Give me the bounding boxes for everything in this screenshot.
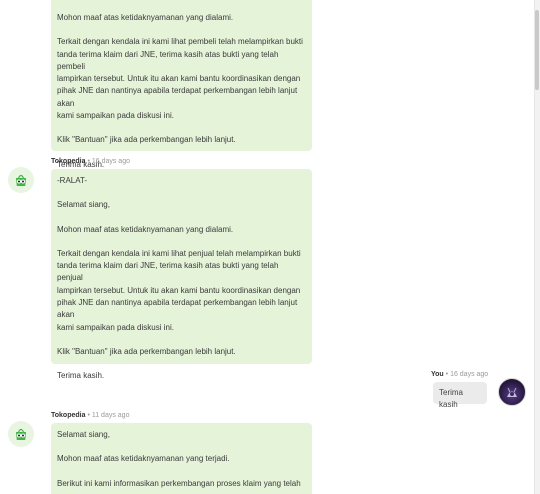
message-paragraph: Terkait dengan kendala ini kami lihat pe…	[57, 37, 303, 121]
scrollbar[interactable]	[534, 0, 540, 494]
message-meta: Tokopedia • 11 days ago	[51, 412, 129, 419]
user-avatar[interactable]	[498, 378, 526, 406]
message-bubble-tokopedia: Mohon maaf atas ketidaknyamanan yang dia…	[51, 0, 312, 169]
discussion-thread: Mohon maaf atas ketidaknyamanan yang dia…	[0, 0, 532, 494]
message-paragraph: Berikut ini kami informasikan perkembang…	[57, 478, 301, 488]
tokopedia-owl-logo-icon	[16, 428, 26, 440]
tokopedia-owl-logo-icon	[16, 174, 26, 186]
message-paragraph: Terkait dengan kendala ini kami lihat pe…	[57, 248, 301, 332]
tokopedia-avatar	[8, 421, 34, 447]
message-meta: Tokopedia • 16 days ago	[51, 158, 130, 165]
message-paragraph: Selamat siang,	[57, 430, 110, 439]
message-bubble-self: Terima kasih	[433, 382, 487, 409]
message-paragraph: Selamat siang,	[57, 200, 110, 210]
message-paragraph: Mohon maaf atas ketidaknyamanan yang ter…	[57, 454, 230, 464]
message-paragraph: Terima kasih.	[57, 371, 105, 381]
message-bubble-tokopedia: -RALAT- Selamat siang, Mohon maaf atas k…	[51, 169, 312, 380]
scrollbar-thumb[interactable]	[535, 10, 539, 90]
message-time: 16 days ago	[450, 371, 489, 378]
sender-name: Tokopedia	[51, 412, 86, 419]
message-text: Terima kasih	[439, 388, 464, 410]
tokopedia-avatar	[8, 167, 34, 193]
message-paragraph: Klik "Bantuan" jika ada perkembangan leb…	[57, 346, 236, 356]
message-paragraph: -RALAT-	[57, 176, 88, 185]
message-paragraph: Klik "Bantuan" jika ada perkembangan leb…	[57, 135, 236, 145]
message-paragraph: Mohon maaf atas ketidaknyamanan yang dia…	[57, 13, 234, 22]
message-paragraph: Mohon maaf atas ketidaknyamanan yang dia…	[57, 224, 234, 234]
message-time: 16 days ago	[91, 158, 130, 165]
message-time: 11 days ago	[91, 412, 130, 419]
user-profile-photo	[507, 387, 517, 397]
sender-name: Tokopedia	[51, 158, 86, 165]
sender-name: You	[431, 371, 444, 378]
message-meta: You • 16 days ago	[431, 371, 488, 378]
message-bubble-tokopedia: Selamat siang, Mohon maaf atas ketidakny…	[51, 423, 312, 494]
